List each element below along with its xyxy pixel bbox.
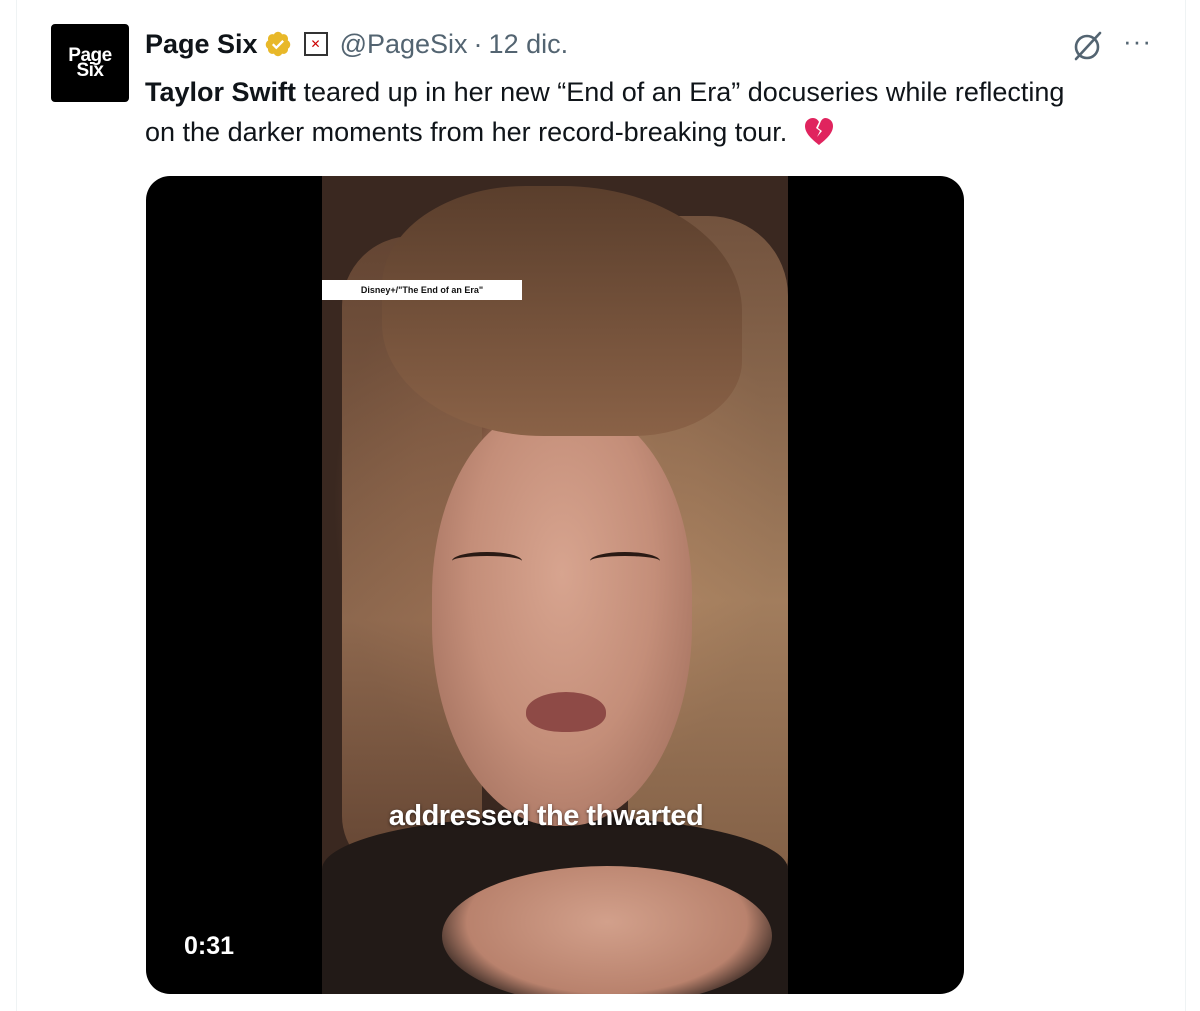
handle[interactable]: @PageSix	[340, 29, 468, 60]
mention-taylor-swift[interactable]: Taylor Swift	[145, 77, 296, 107]
tweet-date[interactable]: 12 dic.	[489, 29, 569, 60]
video-figure-eye-right	[590, 552, 660, 570]
display-name[interactable]: Page Six	[145, 29, 258, 60]
affiliate-badge-icon[interactable]: ✕	[303, 32, 328, 56]
video-credit: Disney+/"The End of an Era"	[322, 280, 522, 300]
video-player[interactable]: Disney+/"The End of an Era" addressed th…	[146, 176, 964, 994]
video-figure-face	[432, 406, 692, 826]
avatar-text-line2: Six	[76, 60, 104, 81]
verified-badge-icon[interactable]	[264, 30, 292, 58]
more-icon[interactable]: ···	[1123, 28, 1152, 54]
video-duration: 0:31	[184, 932, 235, 960]
video-figure-bangs	[382, 186, 742, 436]
avatar[interactable]: Page Six	[51, 24, 129, 102]
tweet-card[interactable]: Page Six Page Six ✕ @PageSix · 12 dic. ·…	[16, 0, 1186, 1011]
video-figure-eye-left	[452, 552, 522, 570]
tweet-header: Page Six ✕ @PageSix · 12 dic.	[145, 26, 568, 62]
video-figure-hands	[442, 866, 772, 994]
video-figure-mouth	[526, 692, 606, 732]
tweet-text: Taylor Swift teared up in her new “End o…	[145, 72, 1065, 152]
tweet-actions-top: ···	[1067, 26, 1152, 66]
video-caption: addressed the thwarted	[388, 800, 704, 832]
grok-icon[interactable]	[1067, 26, 1107, 66]
broken-heart-emoji-icon	[804, 118, 833, 145]
separator: ·	[473, 28, 483, 59]
